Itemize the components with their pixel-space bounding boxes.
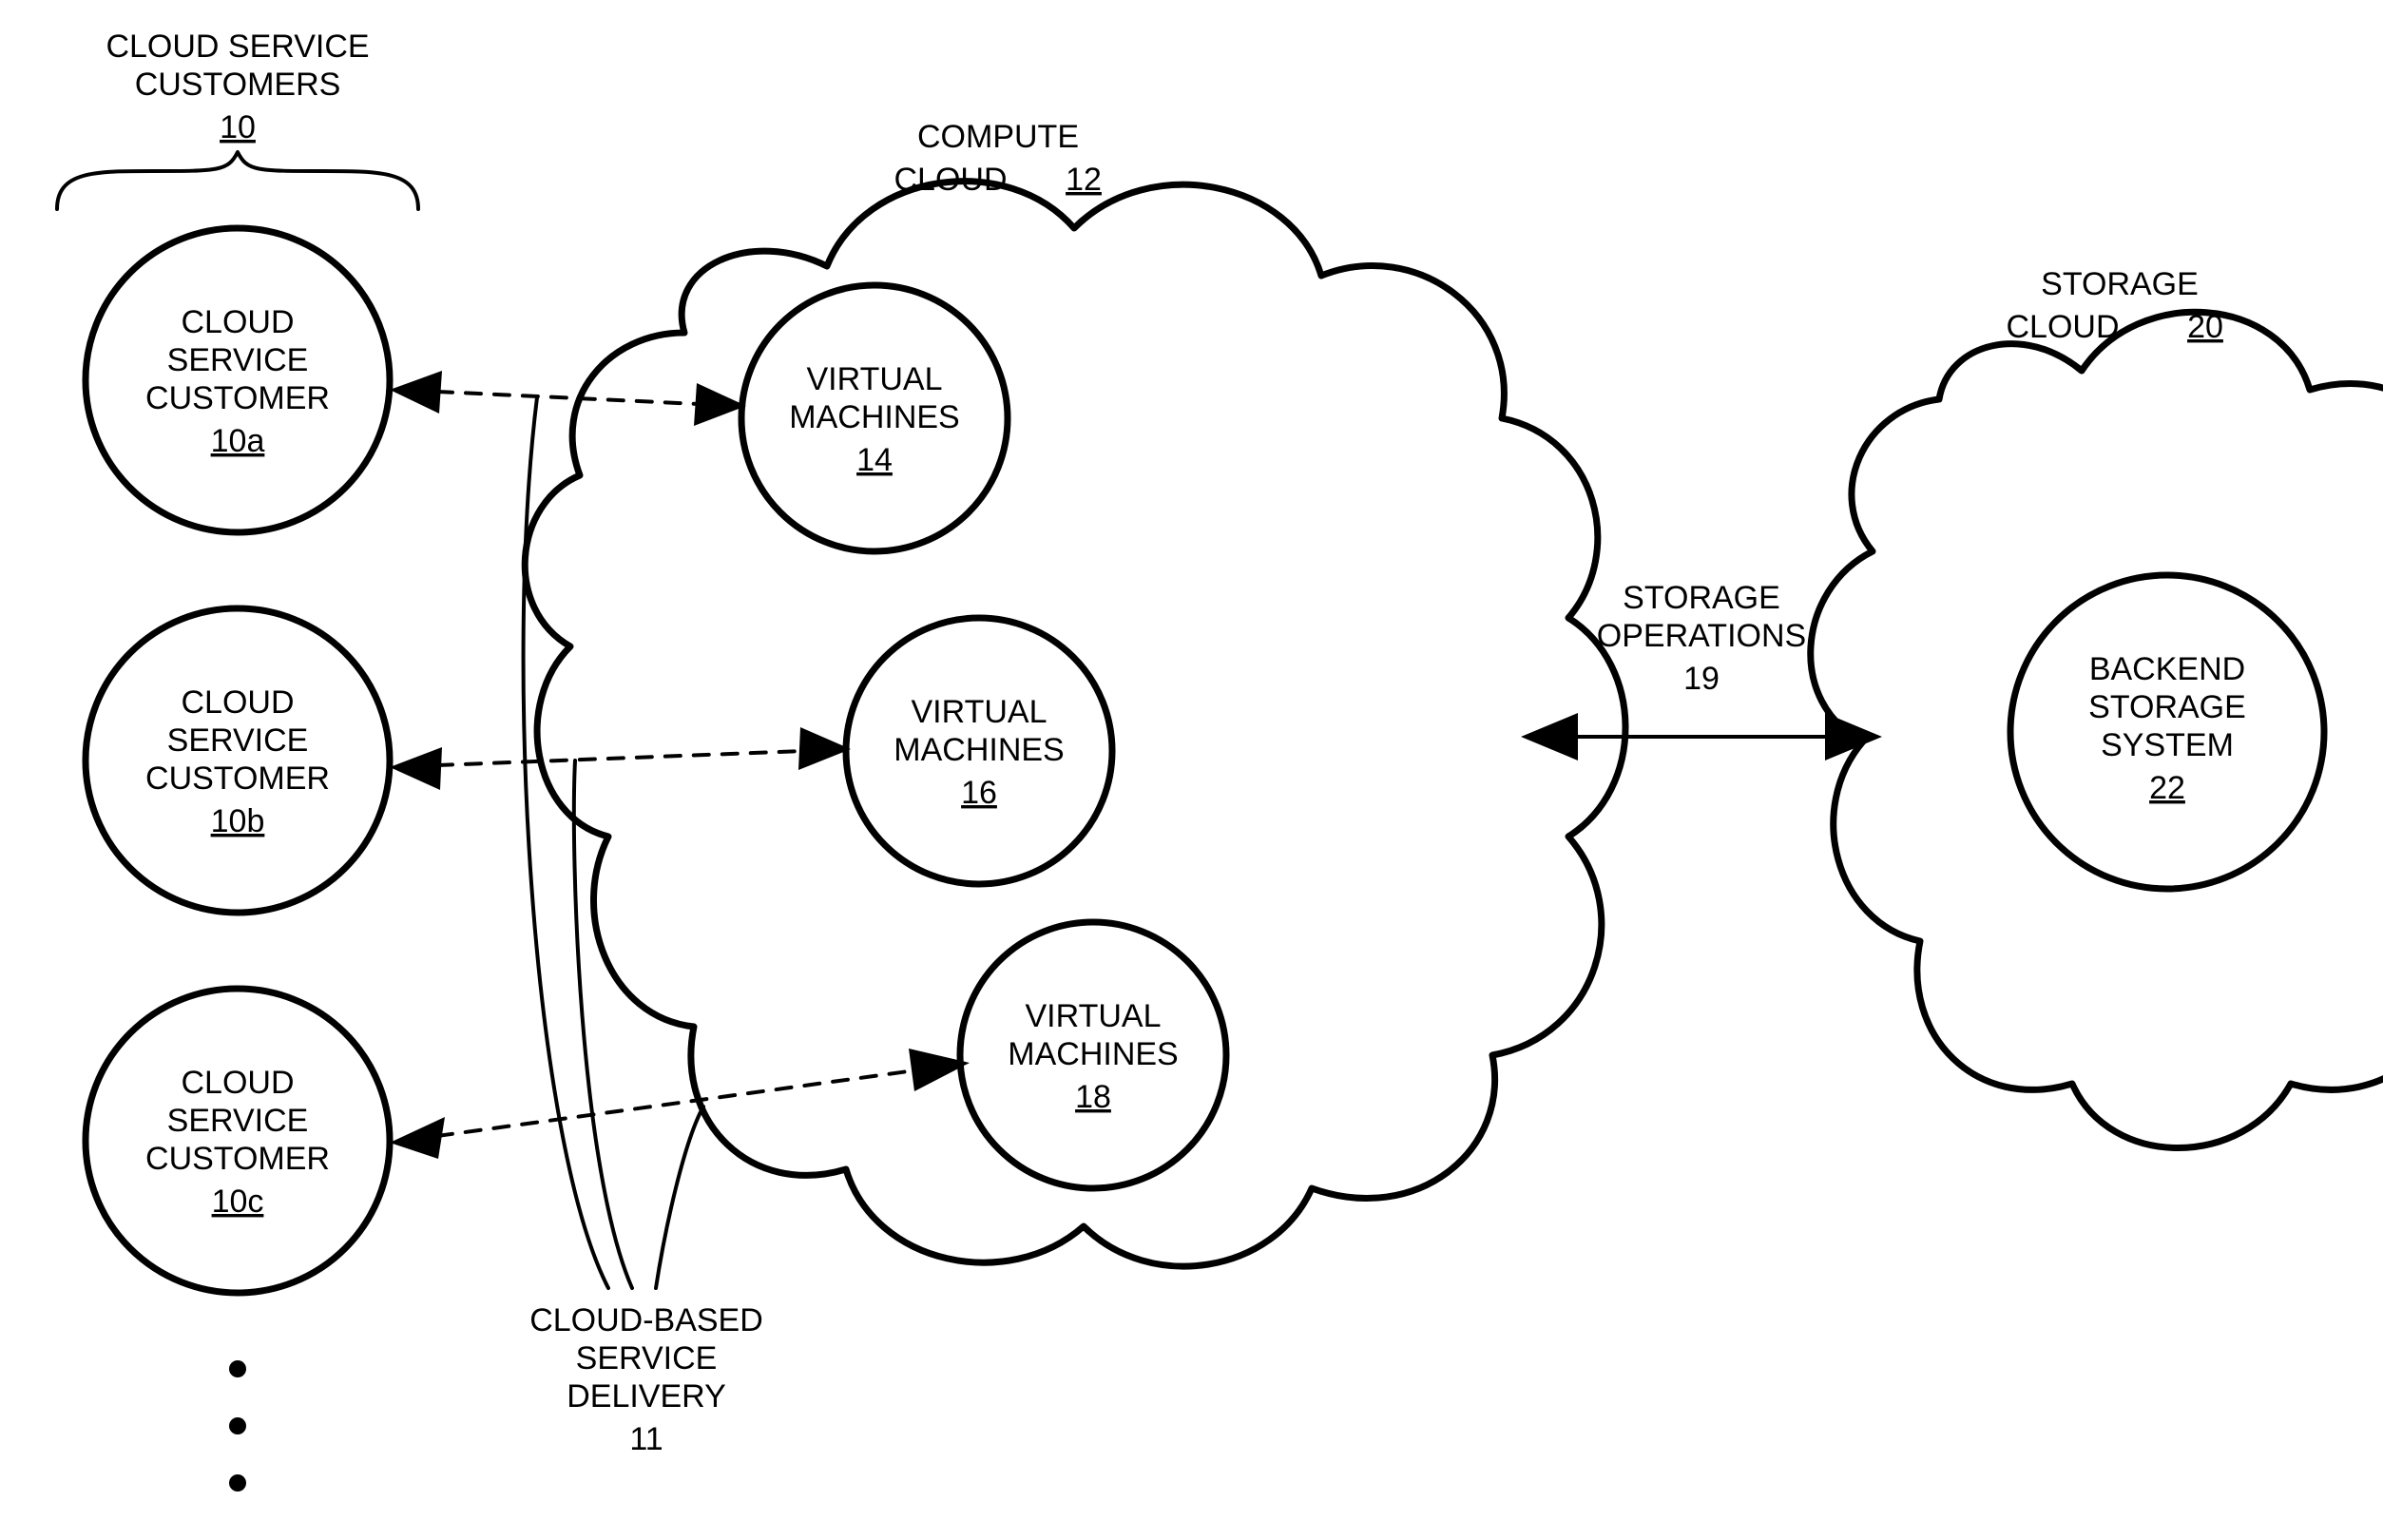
vm-16: VIRTUAL MACHINES 16: [846, 618, 1112, 884]
svg-text:SERVICE: SERVICE: [167, 722, 309, 759]
svg-text:10b: 10b: [211, 803, 265, 839]
customer-10c: CLOUD SERVICE CUSTOMER 10c: [86, 989, 390, 1293]
svg-text:OPERATIONS: OPERATIONS: [1597, 618, 1806, 654]
svg-text:CLOUD-BASED: CLOUD-BASED: [529, 1302, 763, 1338]
vm-18: VIRTUAL MACHINES 18: [960, 922, 1226, 1188]
svg-text:14: 14: [856, 442, 893, 478]
svg-text:CUSTOMER: CUSTOMER: [145, 760, 330, 797]
brace-icon: [57, 152, 418, 209]
svg-text:16: 16: [961, 775, 997, 811]
svg-text:MACHINES: MACHINES: [894, 732, 1064, 768]
svg-text:SYSTEM: SYSTEM: [2101, 727, 2234, 763]
svg-text:10c: 10c: [212, 1184, 264, 1220]
svg-text:DELIVERY: DELIVERY: [567, 1378, 726, 1415]
arrow-10b-16: [390, 727, 851, 790]
svg-text:STORAGE: STORAGE: [2041, 266, 2199, 302]
header-ref: 10: [220, 109, 256, 145]
svg-text:CLOUD: CLOUD: [181, 304, 294, 340]
customer-10b: CLOUD SERVICE CUSTOMER 10b: [86, 608, 390, 913]
svg-text:CLOUD: CLOUD: [181, 684, 294, 721]
svg-text:SERVICE: SERVICE: [576, 1340, 718, 1376]
svg-text:18: 18: [1075, 1079, 1111, 1115]
svg-text:CUSTOMER: CUSTOMER: [145, 380, 330, 416]
header-line2: CUSTOMERS: [135, 67, 341, 103]
svg-text:CLOUD: CLOUD: [2006, 309, 2119, 345]
svg-text:19: 19: [1683, 661, 1720, 697]
cloud-architecture-diagram: CLOUD SERVICE CUSTOMERS 10 CLOUD SERVICE…: [0, 0, 2383, 1540]
svg-text:CLOUD: CLOUD: [894, 162, 1007, 198]
svg-text:VIRTUAL: VIRTUAL: [912, 694, 1047, 730]
svg-text:VIRTUAL: VIRTUAL: [1026, 998, 1162, 1034]
ellipsis-icon: [229, 1360, 246, 1492]
svg-text:CLOUD: CLOUD: [181, 1065, 294, 1101]
customers-header: CLOUD SERVICE CUSTOMERS 10: [57, 29, 418, 209]
svg-text:20: 20: [2187, 309, 2223, 345]
svg-text:MACHINES: MACHINES: [789, 399, 959, 435]
arrow-10c-18: [390, 1049, 970, 1159]
svg-text:COMPUTE: COMPUTE: [917, 119, 1079, 155]
header-line1: CLOUD SERVICE: [106, 29, 369, 65]
svg-text:CUSTOMER: CUSTOMER: [145, 1141, 330, 1177]
arrow-10a-14: [390, 371, 746, 426]
svg-text:11: 11: [629, 1421, 663, 1457]
svg-text:MACHINES: MACHINES: [1008, 1036, 1178, 1072]
svg-text:10a: 10a: [211, 423, 265, 459]
svg-text:SERVICE: SERVICE: [167, 342, 309, 378]
svg-text:SERVICE: SERVICE: [167, 1103, 309, 1139]
svg-text:22: 22: [2149, 770, 2185, 806]
svg-text:VIRTUAL: VIRTUAL: [807, 361, 943, 397]
backend-22: BACKEND STORAGE SYSTEM 22: [2010, 575, 2324, 889]
svg-text:12: 12: [1066, 162, 1102, 198]
svg-text:BACKEND: BACKEND: [2089, 651, 2245, 687]
delivery-label: CLOUD-BASED SERVICE DELIVERY 11: [529, 1302, 763, 1457]
svg-text:STORAGE: STORAGE: [1623, 580, 1780, 616]
svg-text:STORAGE: STORAGE: [2088, 689, 2246, 725]
vm-14: VIRTUAL MACHINES 14: [741, 285, 1008, 551]
delivery-leaders: [524, 397, 703, 1288]
customer-10a: CLOUD SERVICE CUSTOMER 10a: [86, 228, 390, 532]
